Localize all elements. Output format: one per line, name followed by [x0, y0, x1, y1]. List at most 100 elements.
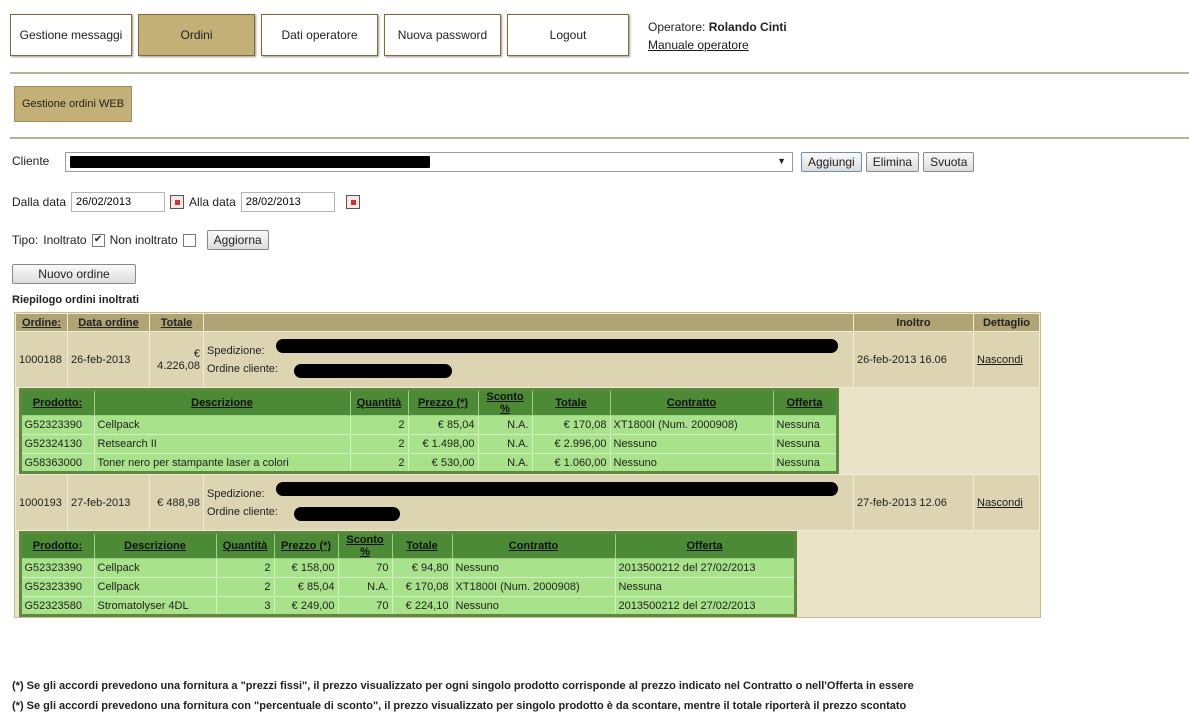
orders-panel: Ordine: Data ordine Totale Inoltro Detta…: [14, 312, 1041, 618]
product-discount: 70: [337, 596, 393, 616]
nascondi-link[interactable]: Nascondi: [977, 354, 1023, 366]
col-sconto[interactable]: Sconto %: [337, 532, 393, 559]
from-date-input[interactable]: [71, 192, 166, 212]
aggiorna-button[interactable]: Aggiorna: [206, 230, 269, 250]
product-offer: Nessuna: [772, 415, 838, 435]
product-offer: Nessuna: [772, 434, 838, 454]
calendar-icon[interactable]: [345, 195, 360, 209]
elimina-button[interactable]: Elimina: [865, 152, 920, 172]
col-contratto[interactable]: Contratto: [451, 532, 616, 559]
product-total: € 2.996,00: [531, 434, 611, 454]
col-prodotto[interactable]: Prodotto:: [19, 389, 95, 416]
manual-link[interactable]: Manuale operatore: [648, 38, 749, 52]
product-code: G52323390: [19, 415, 95, 435]
product-contract: Nessuno: [609, 434, 774, 454]
col-sconto[interactable]: Sconto %: [477, 389, 533, 416]
product-desc: Cellpack: [93, 577, 217, 597]
product-contract: Nessuno: [451, 558, 616, 578]
nav-gestione-messaggi[interactable]: Gestione messaggi: [10, 14, 132, 56]
col-offerta[interactable]: Offerta: [772, 389, 838, 416]
inoltrato-checkbox[interactable]: ✔: [91, 233, 105, 247]
section-title: Riepilogo ordini inoltrati: [12, 294, 140, 306]
product-discount: 70: [337, 558, 393, 578]
order-date: 27-feb-2013: [67, 474, 150, 531]
product-contract: XT1800I (Num. 2000908): [609, 415, 774, 435]
new-order-row: Nuovo ordine: [12, 264, 136, 284]
products-table: Prodotto: Descrizione Quantità Prezzo (*…: [18, 388, 839, 474]
col-descrizione[interactable]: Descrizione: [93, 532, 217, 559]
product-discount: N.A.: [477, 453, 533, 473]
order-date: 26-feb-2013: [67, 331, 150, 388]
product-price: € 85,04: [273, 577, 339, 597]
orders-header-row: Ordine: Data ordine Totale Inoltro Detta…: [15, 313, 1040, 332]
gestione-ordini-web-button[interactable]: Gestione ordini WEB: [14, 86, 132, 122]
cliente-select[interactable]: ▼: [65, 152, 793, 172]
product-desc: Cellpack: [93, 415, 351, 435]
cliente-label-row: Cliente: [12, 154, 49, 168]
to-date-input[interactable]: [240, 192, 335, 212]
product-qty: 2: [349, 453, 409, 473]
divider: [10, 137, 1189, 139]
to-label: Alla data: [189, 195, 236, 209]
order-shipping: Spedizione: Ordine cliente:: [203, 474, 854, 531]
col-offerta[interactable]: Offerta: [614, 532, 796, 559]
col-ordine[interactable]: Ordine:: [22, 317, 61, 329]
col-spacer: [203, 313, 854, 332]
tipo-label: Tipo:: [12, 233, 39, 247]
non-inoltrato-checkbox[interactable]: [182, 233, 196, 247]
footnote: (*) Se gli accordi prevedono una fornitu…: [12, 700, 907, 712]
order-id: 1000188: [15, 331, 68, 388]
col-prodotto[interactable]: Prodotto:: [19, 532, 95, 559]
product-total: € 1.060,00: [531, 453, 611, 473]
nav-logout[interactable]: Logout: [507, 14, 629, 56]
orders-table: Ordine: Data ordine Totale Inoltro Detta…: [15, 313, 1040, 617]
nav-nuova-password[interactable]: Nuova password: [384, 14, 501, 56]
order-products-cell: Prodotto: Descrizione Quantità Prezzo (*…: [15, 387, 1040, 475]
order-inoltro: 26-feb-2013 16.06: [853, 331, 974, 388]
calendar-icon[interactable]: [170, 195, 185, 209]
nuovo-ordine-button[interactable]: Nuovo ordine: [12, 264, 136, 284]
col-data-ordine[interactable]: Data ordine: [78, 317, 139, 329]
product-row: G58363000 Toner nero per stampante laser…: [19, 453, 838, 473]
product-code: G52323390: [19, 558, 95, 578]
product-offer: 2013500212 del 27/02/2013: [614, 558, 796, 578]
col-quantita[interactable]: Quantità: [349, 389, 409, 416]
order-products-row: Prodotto: Descrizione Quantità Prezzo (*…: [15, 387, 1040, 475]
col-quantita[interactable]: Quantità: [215, 532, 275, 559]
product-contract: Nessuno: [609, 453, 774, 473]
redacted-block: [276, 482, 838, 496]
col-prezzo[interactable]: Prezzo (*): [273, 532, 339, 559]
product-discount: N.A.: [337, 577, 393, 597]
product-desc: Cellpack: [93, 558, 217, 578]
col-totale[interactable]: Totale: [531, 389, 611, 416]
operator-prefix: Operatore:: [648, 20, 709, 34]
product-qty: 3: [215, 596, 275, 616]
col-totale[interactable]: Totale: [391, 532, 453, 559]
order-inoltro: 27-feb-2013 12.06: [853, 474, 974, 531]
nav-ordini[interactable]: Ordini: [138, 14, 255, 56]
aggiungi-button[interactable]: Aggiungi: [801, 152, 862, 172]
nav-dati-operatore[interactable]: Dati operatore: [261, 14, 378, 56]
col-totale[interactable]: Totale: [161, 317, 193, 329]
product-qty: 2: [349, 434, 409, 454]
order-row: 1000188 26-feb-2013 € 4.226,08 Spedizion…: [15, 331, 1040, 388]
product-qty: 2: [215, 558, 275, 578]
redacted-block: [70, 156, 430, 168]
product-price: € 85,04: [407, 415, 479, 435]
col-contratto[interactable]: Contratto: [609, 389, 774, 416]
non-inoltrato-label: Non inoltrato: [109, 233, 178, 247]
product-row: G52323390 Cellpack 2 € 158,00 70 € 94,80…: [19, 558, 796, 578]
nav-label: Dati operatore: [281, 28, 358, 42]
order-total: € 488,98: [149, 474, 204, 531]
redacted-block: [294, 507, 400, 521]
col-dettaglio: Dettaglio: [973, 313, 1040, 332]
nascondi-link[interactable]: Nascondi: [977, 497, 1023, 509]
order-id: 1000193: [15, 474, 68, 531]
product-offer: 2013500212 del 27/02/2013: [614, 596, 796, 616]
product-row: G52324130 Retsearch II 2 € 1.498,00 N.A.…: [19, 434, 838, 454]
svuota-button[interactable]: Svuota: [923, 152, 975, 172]
col-prezzo[interactable]: Prezzo (*): [407, 389, 479, 416]
from-label: Dalla data: [12, 195, 67, 209]
products-header: Prodotto: Descrizione Quantità Prezzo (*…: [19, 389, 838, 416]
col-descrizione[interactable]: Descrizione: [93, 389, 351, 416]
